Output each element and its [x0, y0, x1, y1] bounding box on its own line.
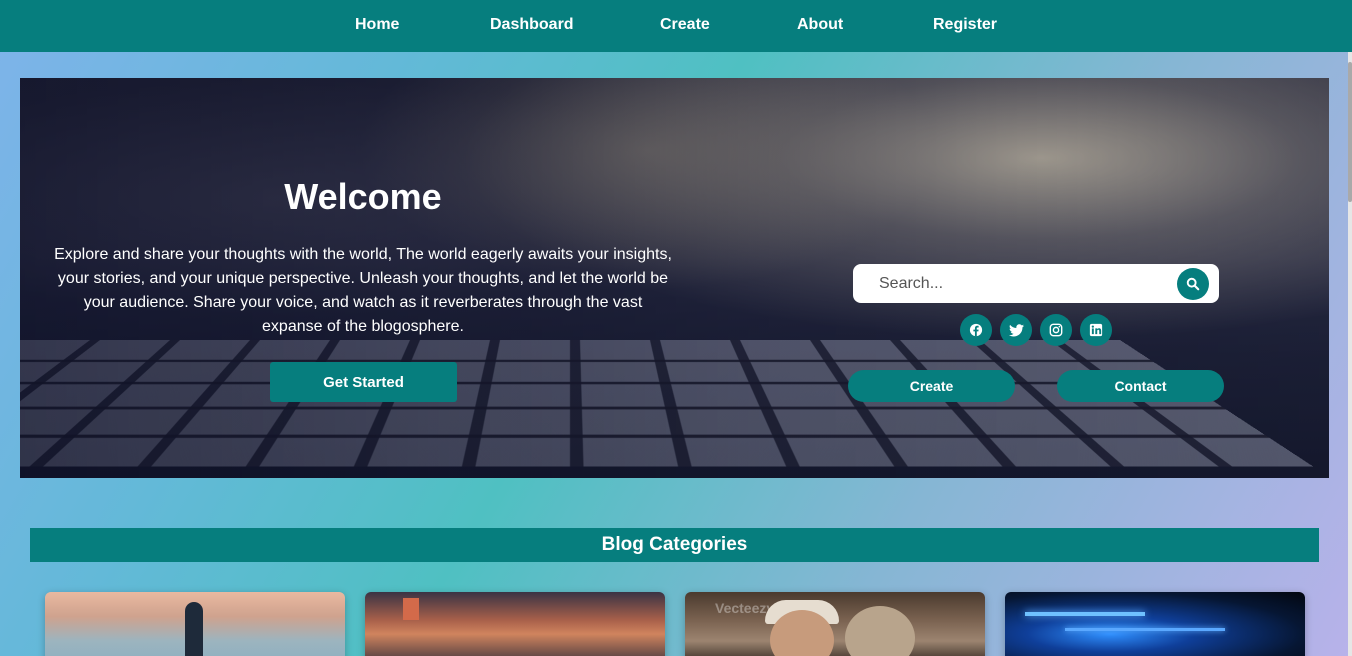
category-card-people[interactable]: Vecteezy — [685, 592, 985, 656]
page-scrollbar[interactable] — [1348, 52, 1352, 656]
search-button[interactable] — [1177, 268, 1209, 300]
top-navbar: Home Dashboard Create About Register — [0, 0, 1352, 52]
instagram-icon — [1049, 323, 1063, 337]
hero-title: Welcome — [284, 176, 442, 217]
street-sign-image — [403, 598, 419, 620]
twitter-link[interactable] — [1000, 314, 1032, 346]
category-card-travel[interactable] — [45, 592, 345, 656]
scrollbar-thumb[interactable] — [1348, 62, 1352, 202]
search-input[interactable] — [865, 270, 1165, 297]
category-card-technology[interactable] — [1005, 592, 1305, 656]
hero-contact-button[interactable]: Contact — [1057, 370, 1224, 402]
linkedin-icon — [1089, 323, 1103, 337]
twitter-icon — [1008, 323, 1024, 336]
category-card-city[interactable] — [365, 592, 665, 656]
nav-register-link[interactable]: Register — [933, 16, 997, 34]
instagram-link[interactable] — [1040, 314, 1072, 346]
portrait-right-image — [845, 606, 915, 656]
hero-description: Explore and share your thoughts with the… — [54, 246, 672, 335]
circuit-glow-image-2 — [1065, 628, 1225, 631]
facebook-link[interactable] — [960, 314, 992, 346]
nav-create-link[interactable]: Create — [660, 16, 710, 34]
nav-about-link[interactable]: About — [797, 16, 843, 34]
search-icon — [1186, 277, 1200, 291]
blog-categories-heading: Blog Categories — [30, 528, 1319, 562]
nav-home-link[interactable]: Home — [355, 16, 399, 34]
airplane-image — [185, 602, 203, 656]
hero-banner: Welcome Explore and share your thoughts … — [20, 78, 1329, 478]
nav-dashboard-link[interactable]: Dashboard — [490, 16, 574, 34]
hero-create-button[interactable]: Create — [848, 370, 1015, 402]
get-started-button[interactable]: Get Started — [270, 362, 457, 402]
linkedin-link[interactable] — [1080, 314, 1112, 346]
search-box — [853, 264, 1219, 303]
facebook-icon — [969, 323, 983, 337]
circuit-glow-image — [1025, 612, 1145, 616]
